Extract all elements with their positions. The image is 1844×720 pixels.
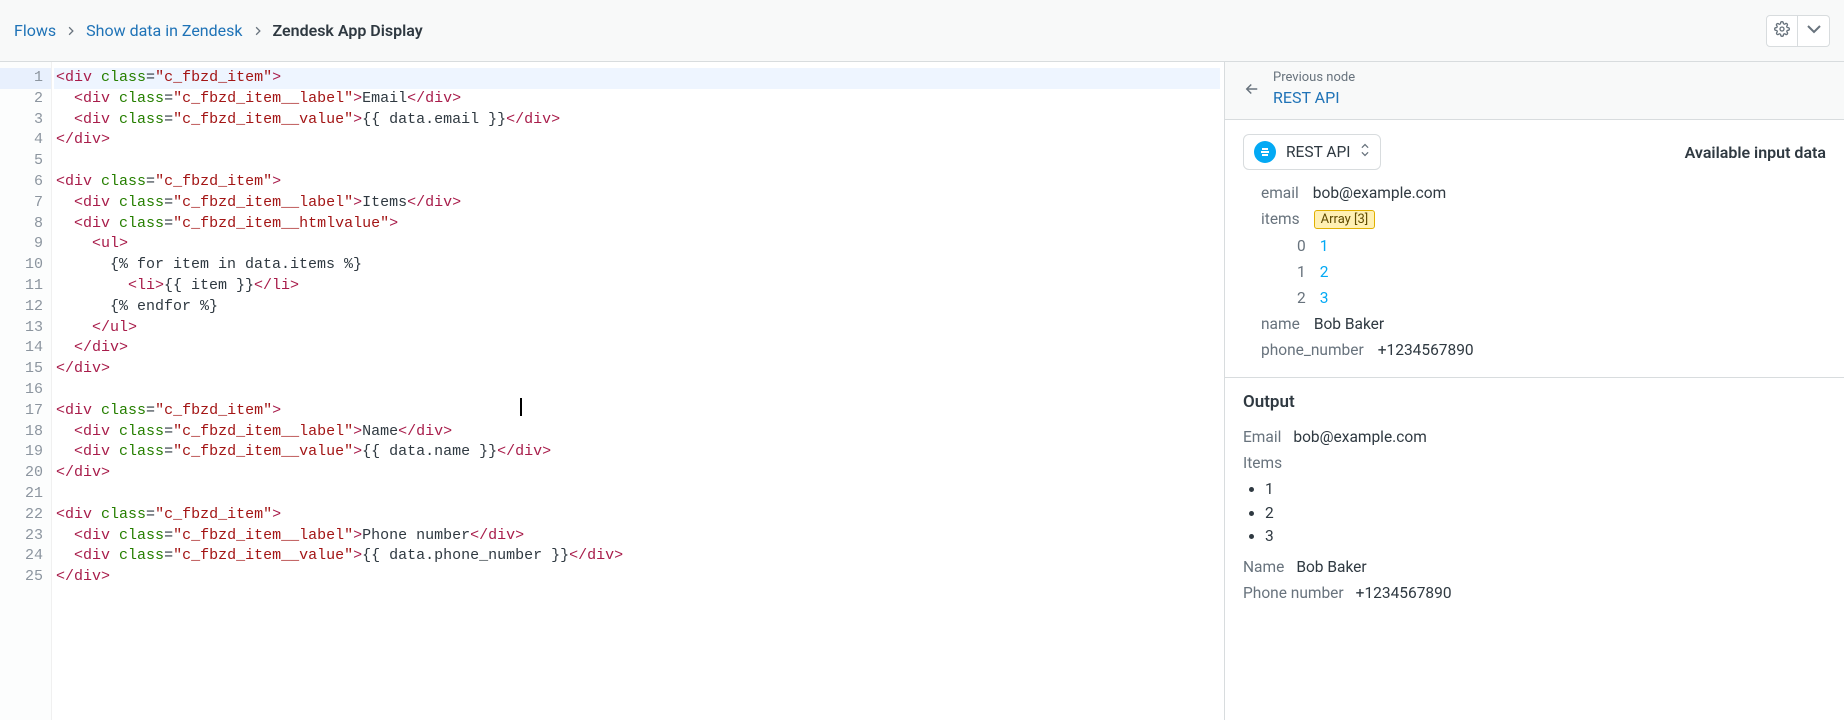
output-value: +1234567890 — [1356, 584, 1452, 602]
previous-node-name[interactable]: REST API — [1273, 87, 1355, 109]
code-line[interactable]: {% endfor %} — [54, 297, 1220, 318]
updown-icon — [1360, 143, 1370, 161]
output-key: Phone number — [1243, 584, 1344, 602]
code-line[interactable]: <div class="c_fbzd_item__value">{{ data.… — [54, 442, 1220, 463]
right-panel: Previous node REST API REST API — [1224, 62, 1844, 720]
array-value: 2 — [1320, 263, 1329, 281]
array-index: 0 — [1297, 237, 1306, 255]
previous-node-bar: Previous node REST API — [1225, 62, 1844, 120]
input-key: phone_number — [1261, 341, 1364, 359]
breadcrumb-root[interactable]: Flows — [14, 21, 56, 40]
settings-dropdown-button[interactable] — [1798, 15, 1830, 47]
code-line[interactable]: {% for item in data.items %} — [54, 255, 1220, 276]
chevron-right-icon — [253, 21, 263, 40]
breadcrumb-current: Zendesk App Display — [273, 21, 423, 40]
output-key: Name — [1243, 558, 1284, 576]
code-line[interactable]: <div class="c_fbzd_item"> — [54, 401, 1220, 422]
code-line[interactable]: </div> — [54, 463, 1220, 484]
input-value: bob@example.com — [1313, 184, 1446, 202]
output-value: Bob Baker — [1296, 558, 1366, 576]
code-line[interactable]: </div> — [54, 359, 1220, 380]
input-array-item[interactable]: 12 — [1279, 259, 1826, 285]
code-line[interactable]: <div class="c_fbzd_item__label">Phone nu… — [54, 526, 1220, 547]
array-index: 2 — [1297, 289, 1306, 307]
breadcrumb: Flows Show data in Zendesk Zendesk App D… — [14, 21, 423, 40]
output-items-list: 123 — [1265, 478, 1826, 548]
array-index: 1 — [1297, 263, 1306, 281]
array-value: 3 — [1320, 289, 1329, 307]
input-section: REST API Available input data email bob@… — [1225, 120, 1844, 378]
code-editor[interactable]: 1234567891011121314151617181920212223242… — [0, 62, 1224, 720]
output-list-item: 2 — [1265, 502, 1826, 525]
api-icon — [1254, 141, 1276, 163]
input-key: items — [1261, 210, 1300, 229]
output-row-name: Name Bob Baker — [1243, 554, 1826, 580]
back-arrow-icon[interactable] — [1243, 80, 1261, 98]
breadcrumb-parent[interactable]: Show data in Zendesk — [86, 21, 242, 40]
code-line[interactable]: </div> — [54, 338, 1220, 359]
gear-icon — [1774, 21, 1790, 40]
input-array-item[interactable]: 01 — [1279, 233, 1826, 259]
output-section: Output Email bob@example.com Items 123 N… — [1225, 378, 1844, 720]
output-row-phone: Phone number +1234567890 — [1243, 580, 1826, 606]
code-line[interactable] — [54, 380, 1220, 401]
input-array-item[interactable]: 23 — [1279, 285, 1826, 311]
available-input-title: Available input data — [1685, 143, 1826, 162]
input-array-items: 011223 — [1243, 233, 1826, 311]
editor-gutter: 1234567891011121314151617181920212223242… — [0, 62, 52, 720]
input-row-items[interactable]: items Array [3] — [1243, 206, 1826, 233]
text-cursor — [520, 398, 522, 416]
chevron-right-icon — [66, 21, 76, 40]
code-line[interactable]: </div> — [54, 567, 1220, 588]
input-key: email — [1261, 184, 1299, 202]
input-value: +1234567890 — [1378, 341, 1474, 359]
code-line[interactable]: </ul> — [54, 318, 1220, 339]
output-row-email: Email bob@example.com — [1243, 424, 1826, 450]
chevron-down-icon — [1806, 21, 1822, 40]
top-actions — [1766, 15, 1830, 47]
code-line[interactable] — [54, 484, 1220, 505]
input-row-email[interactable]: email bob@example.com — [1243, 180, 1826, 206]
input-value: Bob Baker — [1314, 315, 1384, 333]
code-line[interactable] — [54, 151, 1220, 172]
output-title: Output — [1243, 392, 1826, 412]
settings-button[interactable] — [1766, 15, 1798, 47]
node-selector[interactable]: REST API — [1243, 134, 1381, 170]
input-row-phone[interactable]: phone_number +1234567890 — [1243, 337, 1826, 363]
code-line[interactable]: <div class="c_fbzd_item__htmlvalue"> — [54, 214, 1220, 235]
editor-code[interactable]: <div class="c_fbzd_item"> <div class="c_… — [52, 62, 1224, 720]
output-value: bob@example.com — [1293, 428, 1426, 446]
code-line[interactable]: <div class="c_fbzd_item"> — [54, 172, 1220, 193]
node-selector-label: REST API — [1286, 143, 1350, 161]
code-line[interactable]: <div class="c_fbzd_item"> — [54, 505, 1220, 526]
code-line[interactable]: <div class="c_fbzd_item__value">{{ data.… — [54, 110, 1220, 131]
output-list-item: 3 — [1265, 525, 1826, 548]
code-line[interactable]: <div class="c_fbzd_item__label">Name</di… — [54, 422, 1220, 443]
previous-node-label: Previous node — [1273, 70, 1355, 87]
code-line[interactable]: <div class="c_fbzd_item__value">{{ data.… — [54, 546, 1220, 567]
output-list-item: 1 — [1265, 478, 1826, 501]
code-line[interactable]: <div class="c_fbzd_item__label">Email</d… — [54, 89, 1220, 110]
input-row-name[interactable]: name Bob Baker — [1243, 311, 1826, 337]
array-value: 1 — [1320, 237, 1329, 255]
code-line[interactable]: </div> — [54, 130, 1220, 151]
code-line[interactable]: <li>{{ item }}</li> — [54, 276, 1220, 297]
output-row-items: Items — [1243, 450, 1826, 476]
topbar: Flows Show data in Zendesk Zendesk App D… — [0, 0, 1844, 62]
code-line[interactable]: <div class="c_fbzd_item__label">Items</d… — [54, 193, 1220, 214]
code-line[interactable]: <div class="c_fbzd_item"> — [54, 68, 1220, 89]
output-key: Items — [1243, 454, 1282, 472]
array-badge: Array [3] — [1314, 210, 1376, 229]
input-key: name — [1261, 315, 1300, 333]
output-key: Email — [1243, 428, 1281, 446]
code-line[interactable]: <ul> — [54, 234, 1220, 255]
